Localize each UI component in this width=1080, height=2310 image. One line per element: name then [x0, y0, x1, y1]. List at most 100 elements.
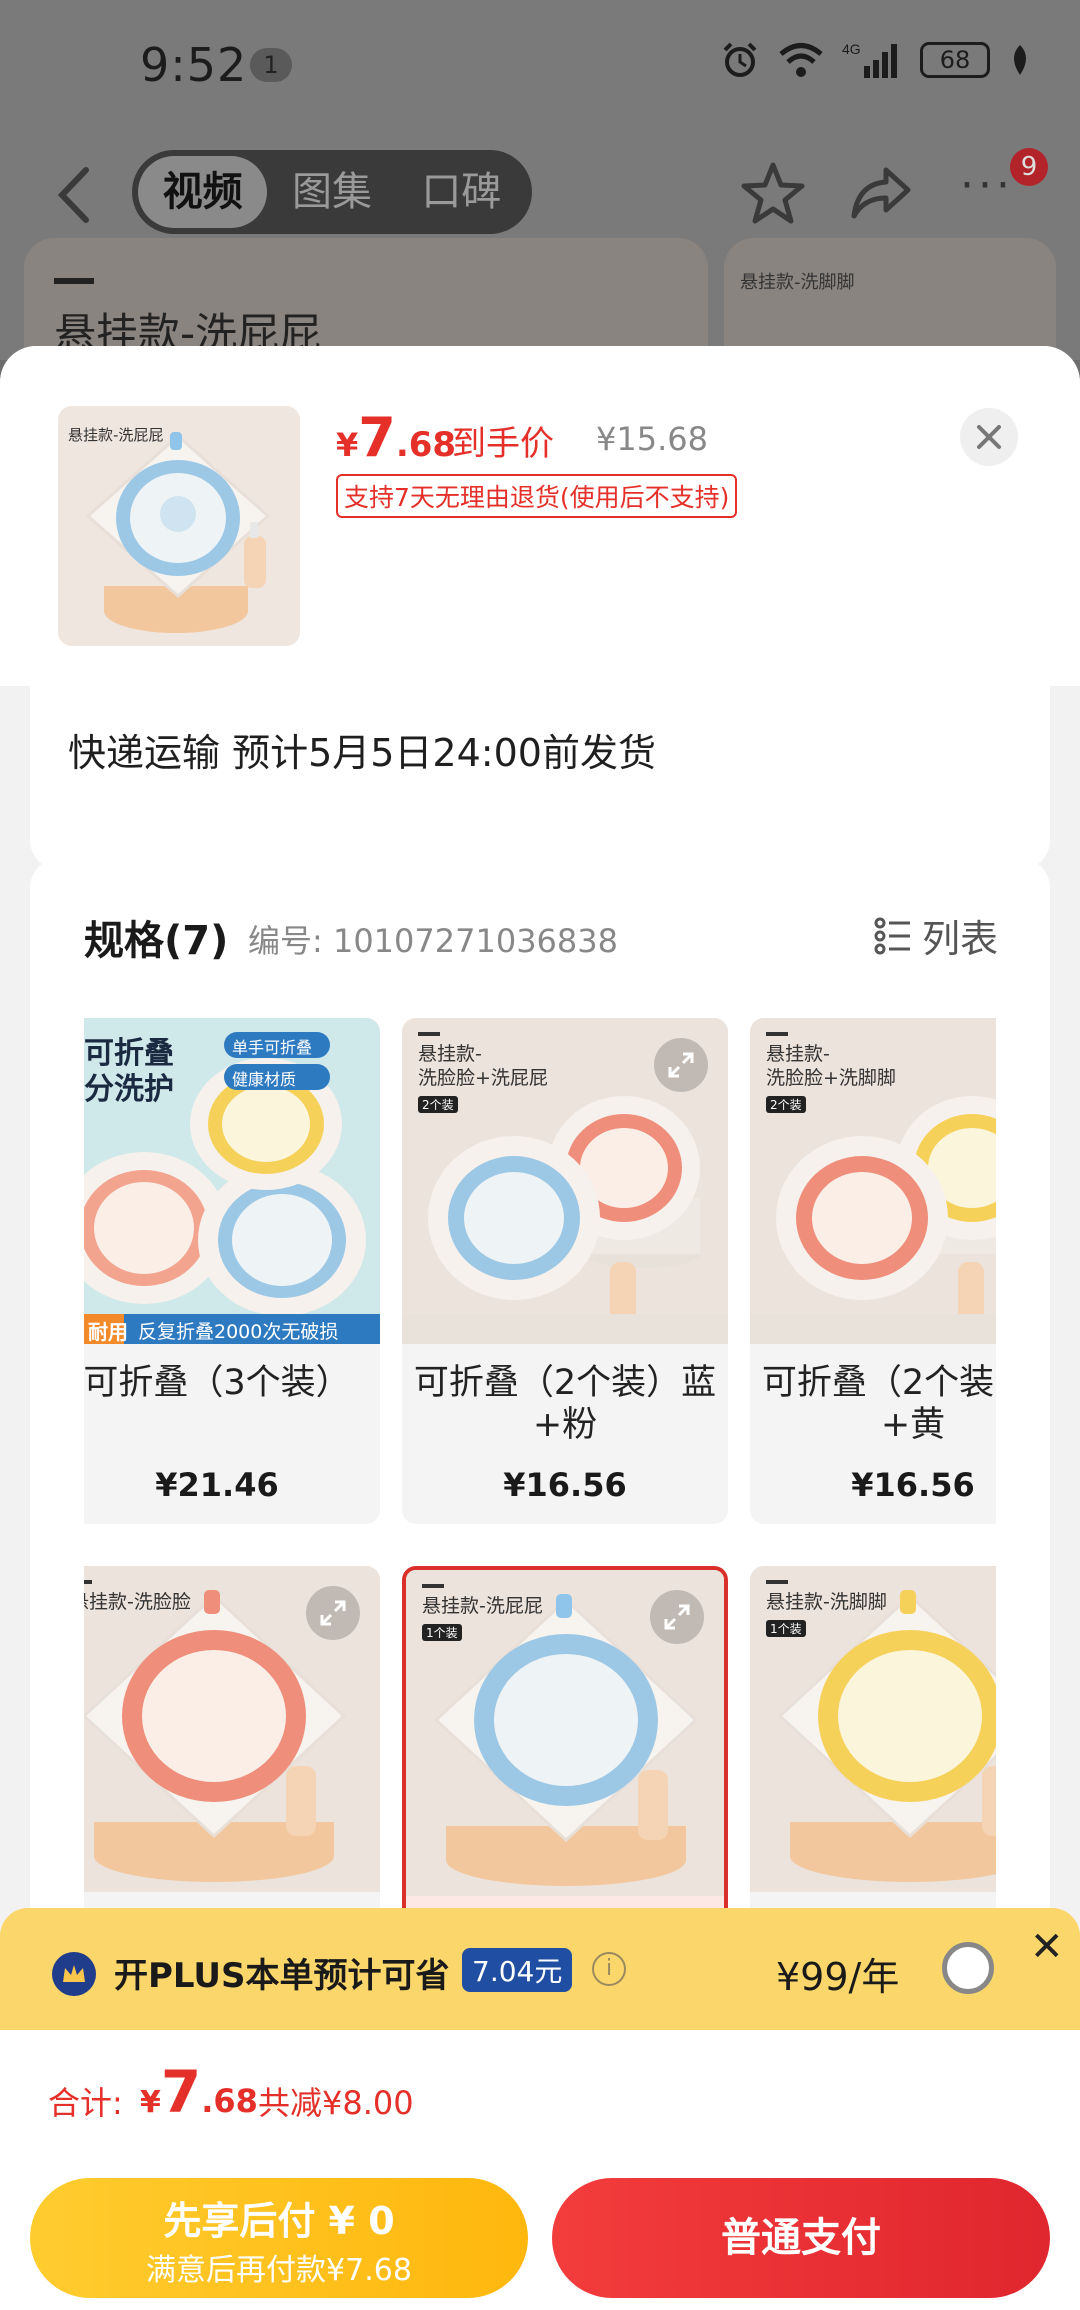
spec-option-image-count: 2个装	[766, 1096, 806, 1113]
expand-image-button[interactable]	[306, 1586, 360, 1640]
plus-annual-price: ¥99/年	[776, 1955, 900, 1999]
expand-icon	[664, 1604, 690, 1630]
total-currency: ¥	[140, 2085, 161, 2120]
tab-video[interactable]: 视频	[138, 156, 268, 228]
order-total-bar: 合计: ¥ 7 .68 共减¥8.00	[0, 2030, 1080, 2170]
price-currency: ¥	[336, 426, 359, 464]
list-view-toggle[interactable]: 列表	[874, 908, 998, 963]
label-dash	[422, 1584, 444, 1588]
back-arrow-icon[interactable]	[50, 162, 100, 228]
price-integer: 7	[358, 406, 396, 469]
shipping-estimate: 快递运输 预计5月5日24:00前发货	[68, 731, 656, 775]
final-price-label: 到手价	[452, 424, 554, 464]
svg-text:4G: 4G	[842, 41, 861, 57]
spec-option-name: 可折叠（2个装）蓝+粉	[413, 1363, 717, 1445]
info-icon[interactable]: i	[592, 1952, 626, 1986]
leaf-icon	[1014, 45, 1026, 75]
share-icon[interactable]	[850, 162, 912, 224]
status-time: 9:52	[140, 38, 248, 92]
close-sheet-button[interactable]	[960, 408, 1018, 466]
notification-count-badge: 1	[250, 48, 292, 82]
label-dash	[418, 1032, 440, 1036]
spec-option-image: 悬挂款- 洗脸脸+洗脚脚 2个装	[750, 1018, 996, 1344]
status-bar: 9:52 1 4G 68	[0, 0, 1080, 130]
total-discount: 共减¥8.00	[258, 2084, 414, 2122]
expand-icon	[320, 1600, 346, 1626]
spec-option-image: 悬挂款-洗脚脚 1个装	[750, 1566, 996, 1892]
plus-savings-text: 开PLUS本单预计可省	[114, 1956, 450, 1996]
sheet-header: 悬挂款-洗屁屁 ¥ 7 .68 到手价 ¥15.68 支持7天无理由退货(使用后…	[0, 346, 1080, 686]
product-thumbnail[interactable]: 悬挂款-洗屁屁	[58, 406, 300, 646]
thumbnail-label: 悬挂款-洗屁屁	[68, 426, 164, 444]
battery-indicator: 68	[920, 42, 990, 78]
media-tab-switcher: 视频 图集 口碑	[132, 150, 532, 234]
close-banner-icon[interactable]: ✕	[1030, 1924, 1064, 1970]
favorite-star-icon[interactable]	[740, 160, 806, 226]
spec-option-name: 可折叠（2个装）粉+黄	[761, 1363, 996, 1445]
spec-option-price: ¥21.46	[155, 1466, 279, 1504]
spec-title: 规格(7)	[84, 918, 229, 964]
basin-illustration	[750, 1566, 996, 1892]
plus-select-radio[interactable]	[942, 1942, 994, 1994]
label-dash	[766, 1032, 788, 1036]
promo-headline: 可折叠 分洗护	[84, 1036, 174, 1107]
spec-option-image-label: 悬挂款-洗脸脸	[84, 1591, 191, 1613]
background-card-title: 悬挂款-洗脚脚	[740, 272, 855, 293]
spec-option-2pack-blue-pink[interactable]: 悬挂款- 洗脸脸+洗屁屁 2个装 可折叠（2个装）蓝+粉 ¥16.56	[402, 1018, 728, 1524]
spec-option-image-label: 悬挂款- 洗脸脸+洗屁屁	[418, 1043, 548, 1089]
tab-reviews[interactable]: 口碑	[397, 156, 526, 228]
expand-image-button[interactable]	[654, 1038, 708, 1092]
alarm-icon	[723, 42, 757, 77]
status-icons: 4G 68	[720, 40, 1032, 80]
action-bar: 先享后付 ¥ 0 满意后再付款¥7.68 普通支付	[0, 2166, 1080, 2310]
crown-icon	[52, 1952, 96, 1996]
wifi-icon	[779, 43, 823, 77]
spec-option-name: 可折叠（3个装）	[84, 1363, 351, 1403]
normal-pay-button[interactable]: 普通支付	[552, 2178, 1050, 2298]
promo-durable-label: 耐用	[88, 1320, 128, 1344]
spec-option-image: 悬挂款-洗屁屁 1个装	[406, 1570, 724, 1896]
pay-later-main-label: 先享后付 ¥ 0	[163, 2199, 395, 2243]
spec-option-2pack-pink-yellow[interactable]: 悬挂款-洗脸脸+洗脚脚 2个装 可折叠（2个装）粉+黄 ¥16.56	[750, 1018, 996, 1524]
spec-option-image: 悬挂款- 洗脸脸+洗屁屁 2个装	[402, 1018, 728, 1344]
label-dash	[766, 1580, 788, 1584]
total-integer: 7	[160, 2058, 202, 2126]
price-decimal: .68	[395, 425, 457, 465]
product-code: 编号: 10107271036838	[248, 922, 618, 960]
spec-option-image-count: 2个装	[418, 1096, 458, 1113]
label-dash	[84, 1580, 92, 1584]
plus-membership-banner[interactable]: 开PLUS本单预计可省 7.04元 i ¥99/年 ✕	[0, 1908, 1080, 2032]
tab-gallery[interactable]: 图集	[267, 156, 396, 228]
promo-badge-folding: 单手可折叠	[232, 1038, 313, 1057]
final-price: ¥ 7 .68	[336, 406, 456, 469]
total-decimal: .68	[201, 2082, 258, 2120]
pay-later-button[interactable]: 先享后付 ¥ 0 满意后再付款¥7.68	[30, 2178, 528, 2298]
promo-badge-material: 健康材质	[232, 1070, 297, 1089]
message-count-badge: 9	[1010, 148, 1048, 186]
list-view-label: 列表	[921, 917, 998, 961]
total-amount: ¥ 7 .68	[140, 2058, 258, 2126]
list-icon	[874, 917, 910, 954]
spec-option-image-label: 悬挂款- 洗脸脸+洗脚脚	[766, 1043, 896, 1089]
pay-later-sub-label: 满意后再付款¥7.68	[146, 2253, 412, 2288]
promo-durability-text: 反复折叠2000次无破损	[138, 1321, 339, 1343]
signal-icon: 4G	[842, 41, 897, 78]
expand-image-button[interactable]	[650, 1590, 704, 1644]
plus-savings-amount: 7.04元	[462, 1948, 573, 1992]
spec-option-image-count: 1个装	[422, 1624, 462, 1641]
spec-option-price: ¥16.56	[851, 1466, 975, 1504]
more-menu-icon[interactable]: ···	[960, 160, 1014, 211]
spec-option-image-label: 悬挂款-洗脚脚	[766, 1591, 887, 1613]
spec-option-image-label: 悬挂款-洗屁屁	[422, 1595, 543, 1617]
expand-icon	[668, 1052, 694, 1078]
label-dash	[54, 278, 94, 284]
original-price: ¥15.68	[596, 420, 708, 458]
close-icon	[977, 425, 1001, 449]
spec-option-price: ¥16.56	[503, 1466, 627, 1504]
spec-option-3pack[interactable]: 可折叠 分洗护 单手可折叠 健康材质 耐用 反复折叠2000次无破损 可折叠（3个…	[84, 1018, 380, 1524]
return-policy-badge: 支持7天无理由退货(使用后不支持)	[336, 474, 738, 518]
spec-option-image: 悬挂款-洗脸脸	[84, 1566, 380, 1892]
total-label: 合计:	[48, 2084, 123, 2122]
spec-option-image: 可折叠 分洗护 单手可折叠 健康材质 耐用 反复折叠2000次无破损	[84, 1018, 380, 1344]
spec-option-image-count: 1个装	[766, 1620, 806, 1637]
